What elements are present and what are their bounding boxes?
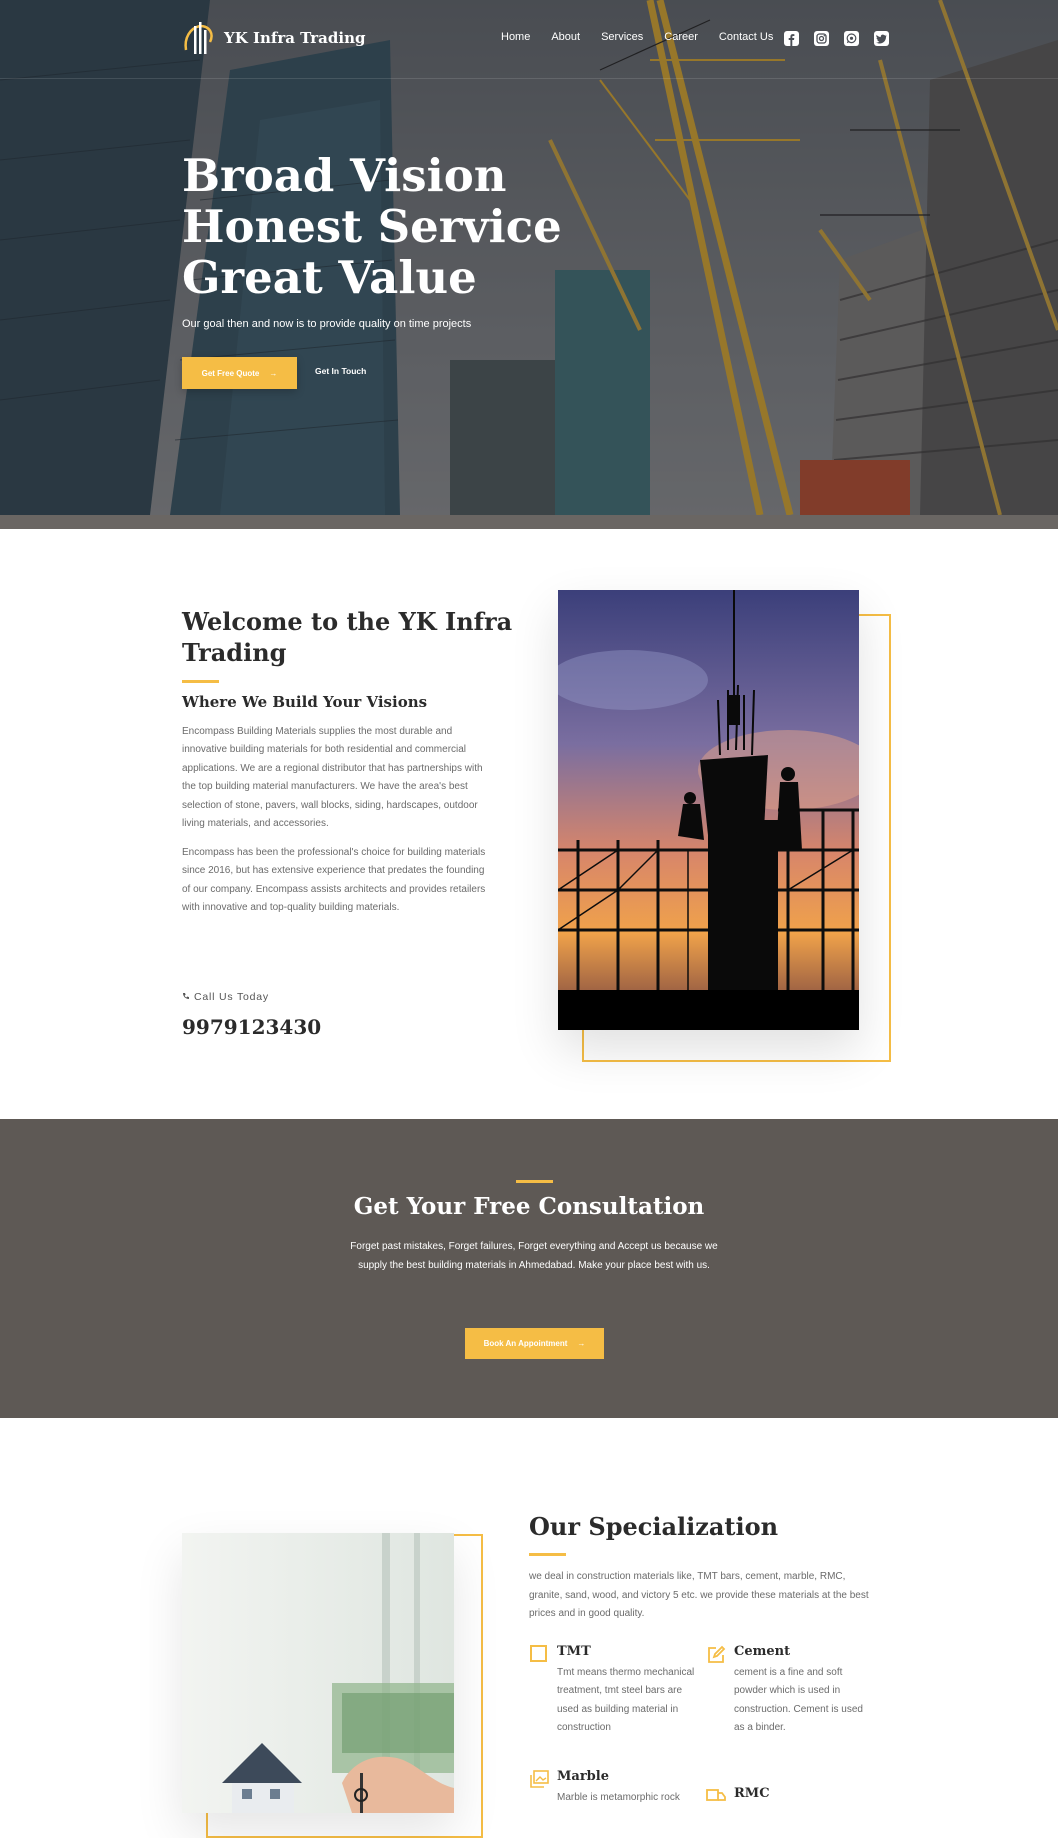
nav-services[interactable]: Services	[601, 31, 643, 43]
hero-bottom-strip	[0, 515, 1058, 529]
phone-number[interactable]: 9979123430	[182, 1015, 321, 1039]
feature-marble-title: Marble	[557, 1769, 609, 1784]
feature-rmc-title: RMC	[734, 1786, 770, 1801]
hero-title-line-2: Honest Service	[182, 200, 562, 253]
nav-contact[interactable]: Contact Us	[719, 31, 773, 43]
feature-tmt-title: TMT	[557, 1644, 591, 1659]
instagram-icon[interactable]	[814, 31, 829, 46]
social-links	[784, 31, 889, 46]
hero-title-line-1: Broad Vision	[182, 149, 507, 202]
arrow-right-icon: →	[577, 1339, 586, 1348]
nav-about[interactable]: About	[551, 31, 580, 43]
truck-icon	[706, 1789, 726, 1801]
main-menu: Home About Services Career Contact Us	[501, 31, 794, 43]
get-in-touch-link[interactable]: Get In Touch	[315, 366, 366, 376]
feature-marble-text: Marble is metamorphic rock	[557, 1792, 680, 1803]
brand-logo[interactable]: YK Infra Trading	[182, 20, 365, 56]
get-free-quote-label: Get Free Quote	[201, 368, 260, 378]
welcome-paragraph-1: Encompass Building Materials supplies th…	[182, 726, 483, 830]
consultation-title: Get Your Free Consultation	[353, 1193, 705, 1220]
square-outline-icon	[530, 1645, 547, 1662]
whatsapp-icon[interactable]	[844, 31, 859, 46]
consultation-text: Forget past mistakes, Forget failures, F…	[350, 1241, 718, 1271]
specialization-intro: we deal in construction materials like, …	[529, 1571, 869, 1620]
twitter-icon[interactable]	[874, 31, 889, 46]
get-free-quote-button[interactable]: Get Free Quote →	[182, 357, 297, 389]
feature-tmt-text: Tmt means thermo mechanical treatment, t…	[557, 1667, 695, 1734]
house-keys-image	[182, 1533, 454, 1813]
logo-icon	[184, 22, 213, 54]
welcome-accent-line	[182, 680, 219, 683]
nav-career[interactable]: Career	[664, 31, 698, 43]
arrow-right-icon: →	[269, 368, 278, 378]
nav-home[interactable]: Home	[501, 31, 530, 43]
welcome-title: Welcome to the YK Infra Trading	[182, 607, 513, 667]
feature-cement-title: Cement	[734, 1644, 791, 1659]
gallery-icon	[530, 1770, 549, 1788]
facebook-icon[interactable]	[784, 31, 799, 46]
call-us-text: Call Us Today	[194, 991, 269, 1003]
top-navigation: YK Infra Trading Home About Services Car…	[0, 0, 1058, 79]
book-appointment-button[interactable]: Book An Appointment →	[465, 1328, 604, 1359]
hero-subtitle: Our goal then and now is to provide qual…	[182, 318, 472, 330]
welcome-paragraph-2: Encompass has been the professional's ch…	[182, 847, 486, 914]
book-appointment-label: Book An Appointment	[483, 1339, 568, 1348]
feature-cement-text: cement is a fine and soft powder which i…	[734, 1667, 863, 1734]
hero-title-line-3: Great Value	[182, 251, 477, 304]
construction-sunset-image	[558, 590, 859, 1030]
hero-title: Broad Vision Honest Service Great Value	[182, 150, 562, 303]
edit-icon	[708, 1645, 726, 1663]
specialization-accent-line	[529, 1553, 566, 1556]
welcome-subtitle: Where We Build Your Visions	[182, 693, 428, 711]
call-us-label: Call Us Today	[182, 991, 269, 1003]
brand-name: YK Infra Trading	[224, 29, 366, 47]
hero-section: YK Infra Trading Home About Services Car…	[0, 0, 1058, 515]
consultation-accent-line	[516, 1180, 553, 1183]
specialization-title: Our Specialization	[529, 1512, 779, 1541]
phone-icon	[182, 991, 190, 1003]
